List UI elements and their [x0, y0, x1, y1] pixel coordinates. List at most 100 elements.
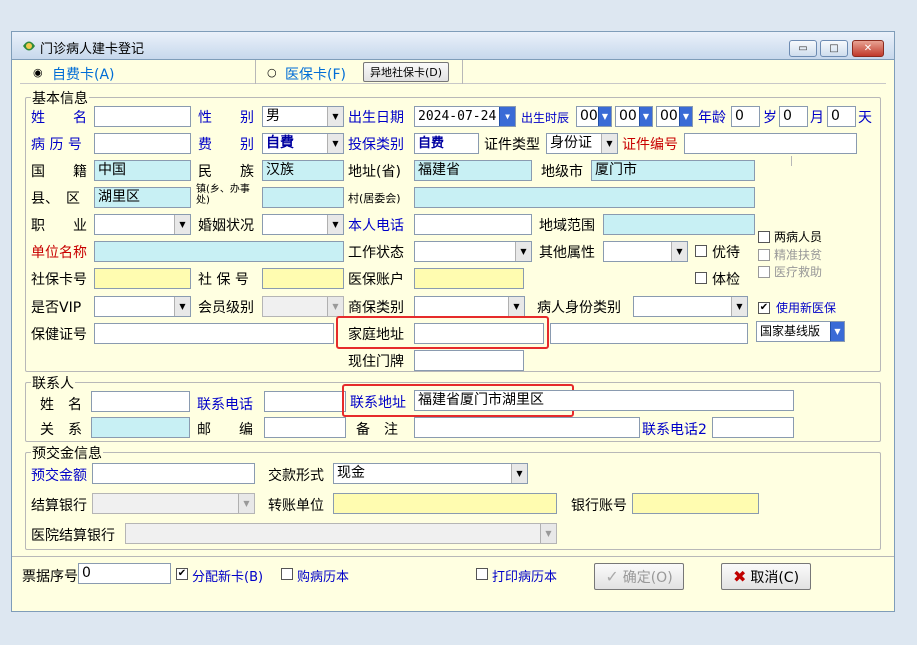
- phone-label: 本人电话: [348, 218, 404, 234]
- village-input[interactable]: [414, 187, 755, 208]
- contact-name-input[interactable]: [91, 391, 190, 412]
- relation-label: 关 系: [40, 422, 82, 438]
- relation-input[interactable]: [91, 417, 190, 438]
- chevron-down-icon: ▼: [327, 297, 343, 316]
- idtype-select[interactable]: 身份证 ▼: [546, 133, 618, 154]
- identity-select[interactable]: ▼: [633, 296, 748, 317]
- bank-select[interactable]: ▼: [92, 493, 255, 514]
- self-card-radio[interactable]: ◉: [33, 66, 43, 79]
- vip-select[interactable]: ▼: [94, 296, 191, 317]
- insure-input[interactable]: 自费: [414, 133, 479, 154]
- area-input[interactable]: [603, 214, 755, 235]
- insurance-card-radio[interactable]: ○: [267, 66, 277, 79]
- name-input[interactable]: [94, 106, 191, 127]
- transfer-input[interactable]: [333, 493, 557, 514]
- newins-checkbox[interactable]: ✔: [758, 302, 770, 314]
- newcard-checkbox[interactable]: ✔: [176, 568, 188, 580]
- age-months-input[interactable]: 0: [779, 106, 808, 127]
- acct-input[interactable]: [632, 493, 759, 514]
- name-label: 姓 名: [31, 110, 87, 126]
- company-label: 单位名称: [31, 245, 87, 261]
- age-days-input[interactable]: 0: [827, 106, 856, 127]
- jingzhun-checkbox[interactable]: [758, 249, 770, 261]
- fee-label: 费 别: [198, 137, 254, 153]
- app-logo-icon: [23, 41, 35, 51]
- home-input[interactable]: [414, 323, 544, 344]
- hospbank-select[interactable]: ▼: [125, 523, 557, 544]
- town-input[interactable]: [262, 187, 344, 208]
- village-label: 村(居委会): [348, 192, 401, 205]
- birth-second-select[interactable]: 00 ▼: [656, 106, 693, 127]
- close-button[interactable]: ✕: [852, 40, 884, 57]
- nation-label: 国 籍: [31, 164, 87, 180]
- age-years-input[interactable]: 0: [731, 106, 760, 127]
- nation-input[interactable]: 中国: [94, 160, 191, 181]
- fee-select[interactable]: 自費 ▼: [262, 133, 344, 154]
- contact-phone-input[interactable]: [264, 391, 346, 412]
- amount-input[interactable]: [92, 463, 255, 484]
- insacct-input[interactable]: [414, 268, 524, 289]
- ok-button[interactable]: ✓ 确定(O): [594, 563, 684, 590]
- maximize-button[interactable]: □: [820, 40, 848, 57]
- cancel-button[interactable]: ✖ 取消(C): [721, 563, 811, 590]
- minimize-button[interactable]: ▭: [789, 40, 817, 57]
- zip-input[interactable]: [264, 417, 346, 438]
- paytype-select[interactable]: 现金 ▼: [333, 463, 528, 484]
- insurance-card-label[interactable]: 医保卡(F): [285, 64, 346, 84]
- door-label: 现住门牌: [348, 354, 404, 370]
- chevron-down-icon: ▼: [671, 242, 687, 261]
- ssno-input[interactable]: [262, 268, 344, 289]
- dob-picker[interactable]: 2024-07-24 ▼: [414, 106, 516, 127]
- idno-input[interactable]: [684, 133, 857, 154]
- otherattr-select[interactable]: ▼: [603, 241, 688, 262]
- company-input[interactable]: [94, 241, 344, 262]
- youdai-checkbox[interactable]: [695, 245, 707, 257]
- health-input[interactable]: [94, 323, 334, 344]
- hospbank-label: 医院结算银行: [31, 528, 115, 544]
- home-detail-input[interactable]: [550, 323, 748, 344]
- ethnic-input[interactable]: 汉族: [262, 160, 344, 181]
- yiliao-checkbox[interactable]: [758, 266, 770, 278]
- chevron-down-icon: ▼: [515, 242, 531, 261]
- yiliao-label: 医疗救助: [774, 265, 823, 279]
- door-input[interactable]: [414, 350, 524, 371]
- chevron-down-icon: ▼: [327, 134, 343, 153]
- contact-name-label: 姓 名: [40, 397, 82, 413]
- gender-select[interactable]: 男 ▼: [262, 106, 344, 127]
- birth-minute-select[interactable]: 00 ▼: [615, 106, 653, 127]
- ticket-input[interactable]: 0: [78, 563, 171, 584]
- work-select[interactable]: ▼: [414, 241, 532, 262]
- version-select[interactable]: 国家基线版 ▼: [756, 321, 845, 342]
- self-card-label[interactable]: 自费卡(A): [52, 64, 115, 84]
- chevron-down-icon: ▼: [639, 107, 652, 126]
- record-input[interactable]: [94, 133, 191, 154]
- marital-select[interactable]: ▼: [262, 214, 344, 235]
- chevron-down-icon: ▼: [238, 494, 254, 513]
- contact-addr-label: 联系地址: [350, 395, 406, 411]
- separator: [791, 156, 792, 166]
- buy-label: 购病历本: [297, 570, 350, 585]
- member-select[interactable]: ▼: [262, 296, 344, 317]
- liangbing-checkbox[interactable]: [758, 231, 770, 243]
- province-input[interactable]: 福建省: [414, 160, 532, 181]
- phone-input[interactable]: [414, 214, 532, 235]
- contact-phone2-label: 联系电话2: [642, 422, 707, 438]
- job-select[interactable]: ▼: [94, 214, 191, 235]
- gender-label: 性 别: [198, 110, 254, 126]
- county-input[interactable]: 湖里区: [94, 187, 191, 208]
- remote-card-button[interactable]: 异地社保卡(D): [363, 62, 449, 82]
- sscard-input[interactable]: [94, 268, 191, 289]
- tijian-checkbox[interactable]: [695, 272, 707, 284]
- job-label: 职 业: [31, 218, 87, 234]
- transfer-label: 转账单位: [268, 498, 324, 514]
- birth-hour-select[interactable]: 00 ▼: [576, 106, 612, 127]
- note-input[interactable]: [414, 417, 640, 438]
- city-input[interactable]: 厦门市: [591, 160, 755, 181]
- contact-phone2-input[interactable]: [712, 417, 794, 438]
- health-label: 保健证号: [31, 327, 87, 343]
- contact-addr-input[interactable]: 福建省厦门市湖里区: [414, 390, 794, 411]
- print-checkbox[interactable]: [476, 568, 488, 580]
- buy-checkbox[interactable]: [281, 568, 293, 580]
- window-title: 门诊病人建卡登记: [40, 42, 145, 57]
- cominsure-select[interactable]: ▼: [414, 296, 525, 317]
